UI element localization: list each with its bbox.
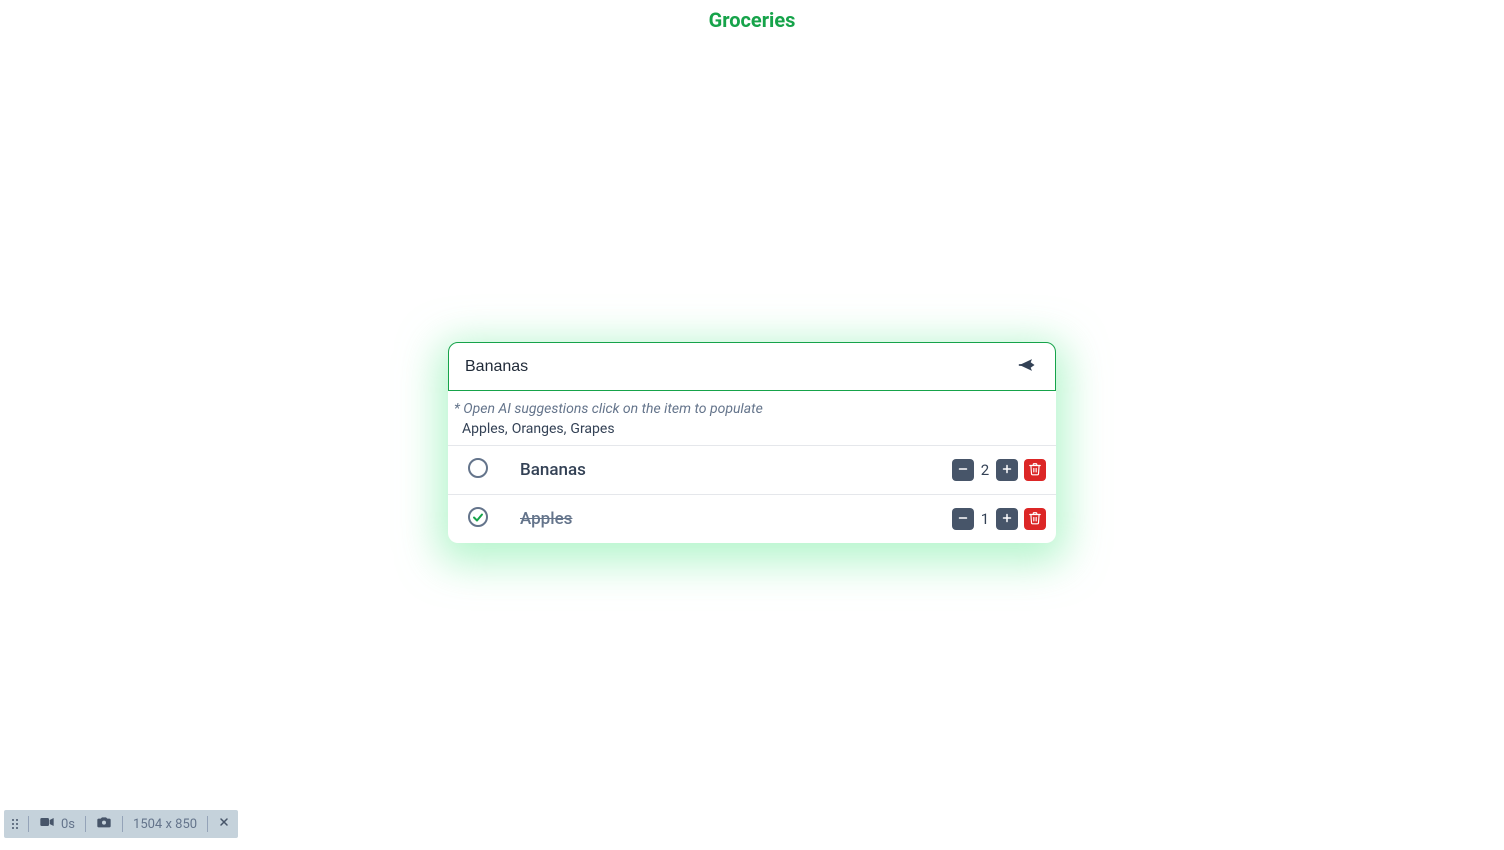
minus-icon	[957, 462, 969, 478]
list-item: Apples 1	[448, 494, 1056, 543]
camera-tool[interactable]	[96, 814, 112, 834]
page-title: Groceries	[0, 0, 1504, 32]
checkbox-unchecked[interactable]	[466, 458, 490, 482]
plus-icon	[1001, 511, 1013, 527]
video-tool[interactable]: 0s	[39, 814, 75, 834]
minus-icon	[957, 511, 969, 527]
input-row	[448, 342, 1056, 391]
trash-icon	[1028, 511, 1042, 528]
quantity-controls: 2	[952, 459, 1046, 481]
item-name: Apples	[520, 509, 922, 529]
suggestion-item-apples[interactable]: Apples,	[462, 421, 508, 437]
timer-label: 0s	[61, 817, 75, 832]
item-input[interactable]	[465, 358, 1005, 376]
dimensions-label: 1504 x 850	[133, 817, 197, 832]
checkbox-checked[interactable]	[466, 507, 490, 531]
circle-icon	[466, 456, 490, 484]
camera-icon	[96, 814, 112, 834]
separator	[207, 816, 208, 832]
dev-toolbar: 0s 1504 x 850	[4, 810, 238, 838]
quantity-value: 1	[980, 510, 990, 528]
submit-button[interactable]	[1015, 353, 1039, 380]
delete-button[interactable]	[1024, 508, 1046, 530]
increment-button[interactable]	[996, 459, 1018, 481]
drag-handle[interactable]	[12, 819, 18, 829]
increment-button[interactable]	[996, 508, 1018, 530]
suggestion-label: Apples	[462, 421, 505, 437]
suggestion-item-oranges[interactable]: Oranges,	[512, 421, 567, 437]
trash-icon	[1028, 462, 1042, 479]
decrement-button[interactable]	[952, 508, 974, 530]
suggestions-hint: * Open AI suggestions click on the item …	[454, 401, 1050, 417]
close-tool[interactable]	[218, 816, 230, 832]
item-list: Bananas 2	[448, 445, 1056, 543]
quantity-value: 2	[980, 461, 990, 479]
separator	[122, 816, 123, 832]
plus-icon	[1001, 462, 1013, 478]
close-icon	[218, 816, 230, 832]
item-name: Bananas	[520, 460, 922, 480]
suggestion-item-grapes[interactable]: Grapes	[570, 421, 614, 437]
quantity-controls: 1	[952, 508, 1046, 530]
video-icon	[39, 814, 55, 834]
check-circle-icon	[466, 505, 490, 533]
suggestion-label: Grapes	[570, 421, 614, 437]
decrement-button[interactable]	[952, 459, 974, 481]
grocery-card: * Open AI suggestions click on the item …	[448, 342, 1056, 543]
list-item: Bananas 2	[448, 445, 1056, 494]
suggestions-block: * Open AI suggestions click on the item …	[448, 391, 1056, 445]
delete-button[interactable]	[1024, 459, 1046, 481]
suggestions-row: Apples, Oranges, Grapes	[454, 421, 1050, 437]
suggestion-label: Oranges	[512, 421, 564, 437]
separator	[85, 816, 86, 832]
grip-icon	[12, 819, 18, 829]
send-icon	[1017, 355, 1037, 378]
separator	[28, 816, 29, 832]
